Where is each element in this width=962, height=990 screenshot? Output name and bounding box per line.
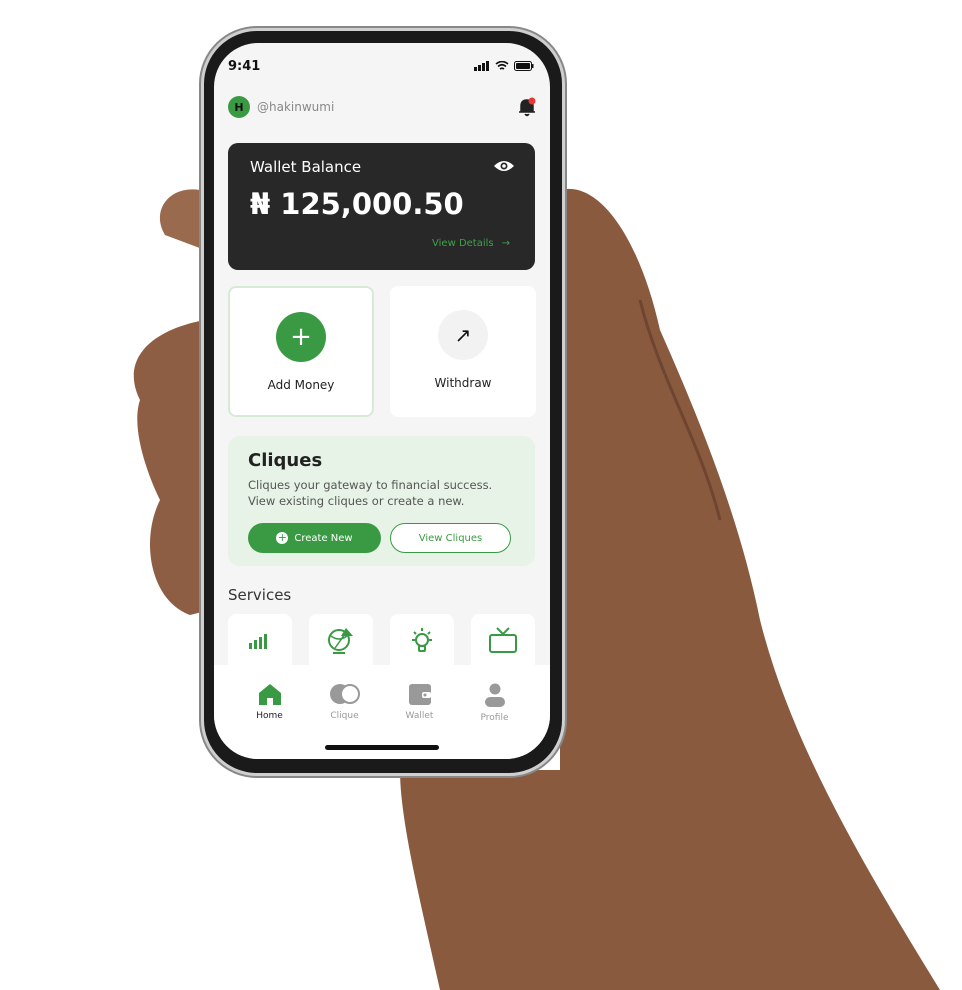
- wallet-icon: [408, 684, 431, 705]
- nav-clique-label: Clique: [330, 711, 359, 721]
- status-icons: [474, 61, 534, 71]
- clique-icon: [329, 684, 360, 704]
- view-details-label: View Details: [432, 238, 494, 249]
- wifi-icon: [495, 61, 509, 70]
- add-money-button[interactable]: + Add Money: [228, 286, 374, 417]
- phone-screen: 9:41 H @hakinwumi Wallet Balance ₦ 125,0…: [214, 43, 550, 759]
- notification-bell-icon[interactable]: [518, 97, 536, 117]
- withdraw-button[interactable]: ↗ Withdraw: [390, 286, 536, 417]
- wallet-amount: ₦ 125,000.50: [250, 187, 464, 221]
- home-indicator: [325, 745, 439, 750]
- nav-profile[interactable]: Profile: [465, 683, 525, 759]
- wallet-label: Wallet Balance: [250, 158, 362, 176]
- view-cliques-button[interactable]: View Cliques: [390, 523, 511, 553]
- nav-profile-label: Profile: [480, 713, 509, 723]
- eye-icon[interactable]: [493, 159, 515, 173]
- signal-status-icon: [474, 61, 489, 71]
- create-new-button[interactable]: + Create New: [248, 523, 381, 553]
- username: @hakinwumi: [257, 100, 335, 114]
- nav-home-label: Home: [256, 711, 283, 721]
- nav-home[interactable]: Home: [240, 683, 300, 759]
- status-time: 9:41: [228, 59, 261, 74]
- plus-circle-icon: +: [276, 531, 289, 544]
- cliques-card: Cliques Cliques your gateway to financia…: [228, 436, 535, 566]
- home-icon: [258, 684, 281, 705]
- plus-icon: +: [276, 312, 326, 362]
- arrow-right-icon: →: [501, 238, 510, 249]
- profile-icon: [484, 683, 505, 707]
- avatar[interactable]: H: [228, 96, 250, 118]
- cliques-title: Cliques: [248, 450, 323, 471]
- view-cliques-label: View Cliques: [418, 532, 483, 544]
- globe-data-icon: [328, 628, 353, 654]
- withdraw-label: Withdraw: [434, 376, 492, 390]
- create-new-label: Create New: [294, 532, 353, 544]
- nav-wallet-label: Wallet: [405, 711, 434, 721]
- signal-icon: [249, 634, 267, 649]
- services-title: Services: [228, 586, 292, 604]
- cliques-description: Cliques your gateway to financial succes…: [248, 478, 493, 508]
- tv-icon: [489, 627, 517, 653]
- bulb-icon: [412, 628, 432, 652]
- arrow-up-right-icon: ↗: [438, 310, 488, 360]
- view-details-link[interactable]: View Details →: [432, 238, 510, 249]
- battery-icon: [514, 61, 534, 71]
- wallet-balance-card: Wallet Balance ₦ 125,000.50 View Details…: [228, 143, 535, 270]
- add-money-label: Add Money: [267, 378, 335, 392]
